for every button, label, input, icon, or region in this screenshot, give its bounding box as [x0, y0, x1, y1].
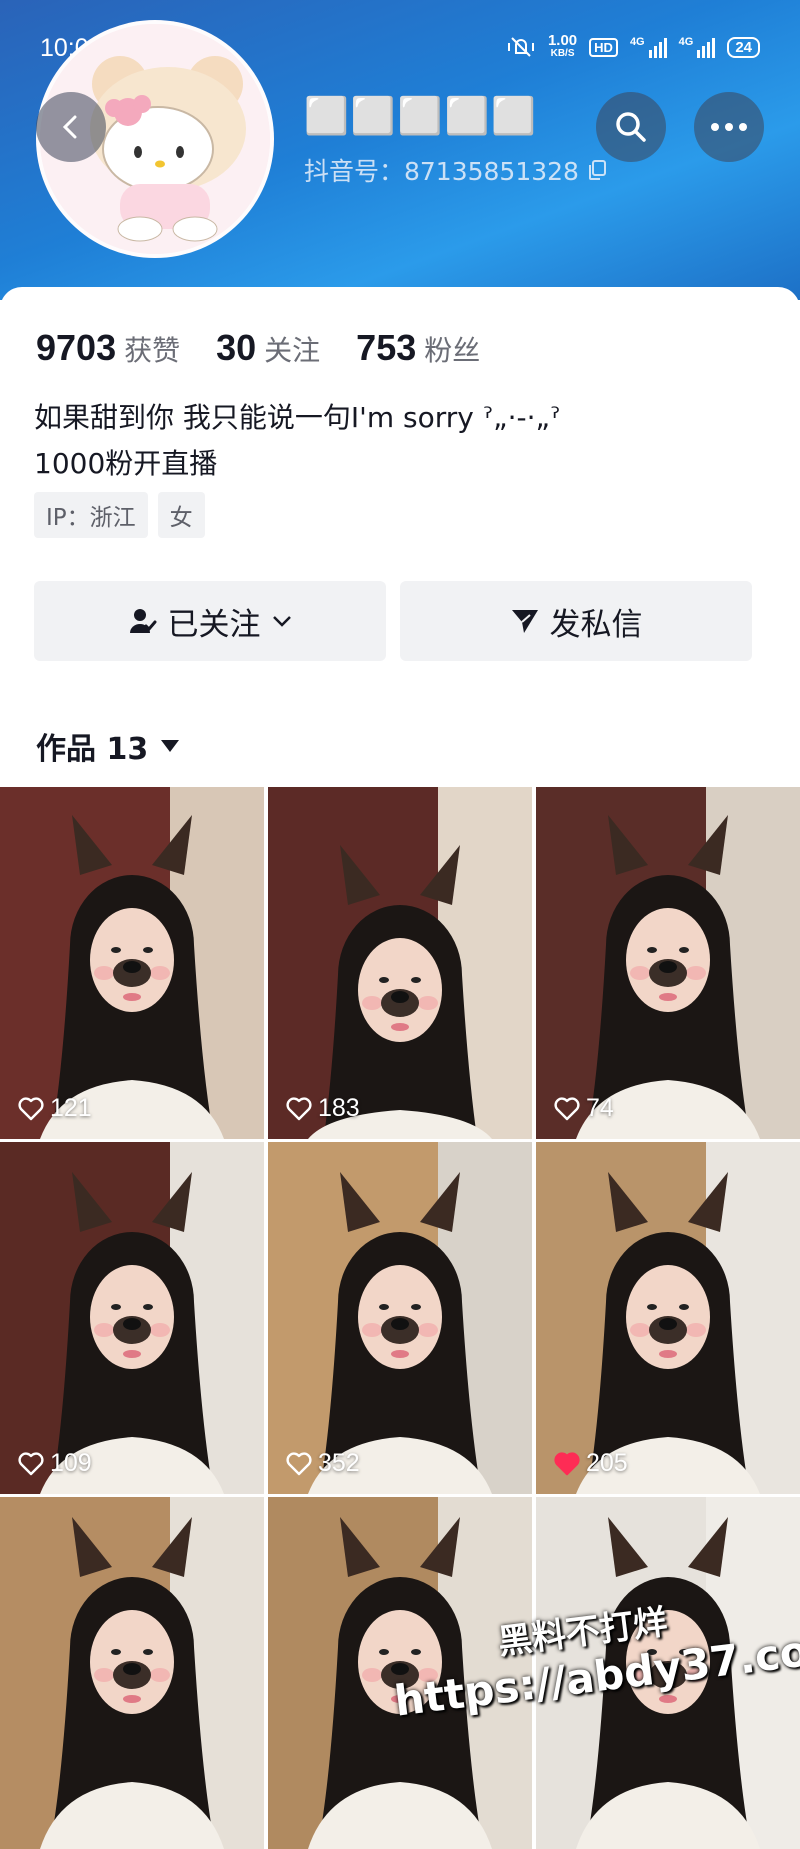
like-count-value: 352 [318, 1449, 360, 1477]
likes-count: 9703 [36, 327, 117, 368]
video-cover-image [0, 1142, 264, 1494]
net-speed: 1.00 KB/S [547, 32, 578, 59]
video-thumbnail[interactable]: 121 [0, 787, 264, 1139]
send-icon [511, 610, 538, 633]
message-label: 发私信 [549, 606, 643, 643]
heart-icon [18, 1096, 44, 1120]
heart-icon [286, 1096, 312, 1120]
like-count: 205 [554, 1449, 628, 1478]
works-count-label: 作品 13 [36, 732, 149, 767]
video-cover-image [0, 1497, 264, 1849]
like-count-value: 121 [50, 1094, 92, 1122]
followed-label: 已关注 [167, 606, 261, 643]
following-count: 30 [216, 327, 257, 368]
video-thumbnail[interactable]: 205 [536, 1142, 800, 1494]
video-thumbnail[interactable]: 183 [268, 787, 532, 1139]
like-count: 352 [286, 1449, 360, 1478]
bio: 如果甜到你 我只能说一句I'm sorry ˀ„·-·„ˀ 1000粉开直播 [34, 395, 560, 487]
search-button[interactable] [596, 92, 666, 162]
video-cover-image [0, 787, 264, 1139]
profile-header: 10:04 1.00 KB/S HD 4G 4G 24 ⬜⬜⬜⬜⬜ 抖音号：87… [0, 0, 800, 300]
video-cover-image [268, 787, 532, 1139]
hd-badge: HD [589, 37, 618, 57]
bio-line: 1000粉开直播 [34, 447, 218, 480]
followers-count: 753 [356, 327, 417, 368]
user-check-icon [129, 609, 156, 633]
signal-icon: 4G [630, 36, 667, 58]
likes-stat[interactable]: 9703 获赞 [36, 327, 180, 369]
profile-stats: 9703 获赞 30 关注 753 粉丝 [36, 327, 480, 369]
like-count: 121 [18, 1094, 92, 1123]
heart-icon [554, 1451, 580, 1475]
following-stat[interactable]: 30 关注 [216, 327, 320, 369]
mute-bell-icon [507, 37, 534, 57]
copy-icon[interactable] [587, 159, 607, 181]
search-icon [616, 112, 646, 142]
heart-icon [18, 1451, 44, 1475]
back-button[interactable] [36, 92, 106, 162]
followed-button[interactable]: 已关注 [34, 581, 386, 661]
video-thumbnail[interactable]: 74 [536, 787, 800, 1139]
douyin-id-text: 抖音号：87135851328 [304, 157, 579, 186]
signal-icon: 4G [679, 36, 716, 58]
video-thumbnail[interactable] [0, 1497, 264, 1849]
video-thumbnail[interactable]: 352 [268, 1142, 532, 1494]
following-label: 关注 [264, 334, 321, 367]
video-thumbnail[interactable]: 109 [0, 1142, 264, 1494]
chevron-left-icon [62, 115, 77, 139]
video-cover-image [268, 1142, 532, 1494]
works-tab[interactable]: 作品 13 [36, 724, 180, 768]
video-cover-image [536, 1142, 800, 1494]
username: ⬜⬜⬜⬜⬜ [304, 96, 539, 137]
battery-icon: 24 [727, 36, 760, 58]
followers-label: 粉丝 [424, 334, 481, 367]
gender-tag: 女 [157, 492, 205, 538]
video-cover-image [536, 787, 800, 1139]
like-count-value: 183 [318, 1094, 360, 1122]
ip-location-tag: IP：浙江 [34, 492, 148, 538]
chevron-down-icon [272, 616, 291, 627]
like-count: 109 [18, 1449, 92, 1478]
profile-tags: IP：浙江 女 [34, 492, 205, 538]
likes-label: 获赞 [124, 334, 181, 367]
more-dots-icon [711, 123, 747, 131]
bio-line: 如果甜到你 我只能说一句I'm sorry ˀ„·-·„ˀ [34, 401, 561, 434]
more-button[interactable] [694, 92, 764, 162]
heart-icon [286, 1451, 312, 1475]
profile-card: 9703 获赞 30 关注 753 粉丝 如果甜到你 我只能说一句I'm sor… [0, 287, 800, 787]
douyin-id: 抖音号：87135851328 [304, 152, 607, 188]
like-count: 183 [286, 1094, 360, 1123]
like-count: 74 [554, 1094, 614, 1123]
followers-stat[interactable]: 753 粉丝 [356, 327, 480, 369]
heart-icon [554, 1096, 580, 1120]
like-count-value: 205 [586, 1449, 628, 1477]
message-button[interactable]: 发私信 [400, 581, 752, 661]
like-count-value: 74 [586, 1094, 614, 1122]
caret-down-icon [161, 740, 180, 752]
like-count-value: 109 [50, 1449, 92, 1477]
profile-actions: 已关注 发私信 [34, 581, 752, 661]
